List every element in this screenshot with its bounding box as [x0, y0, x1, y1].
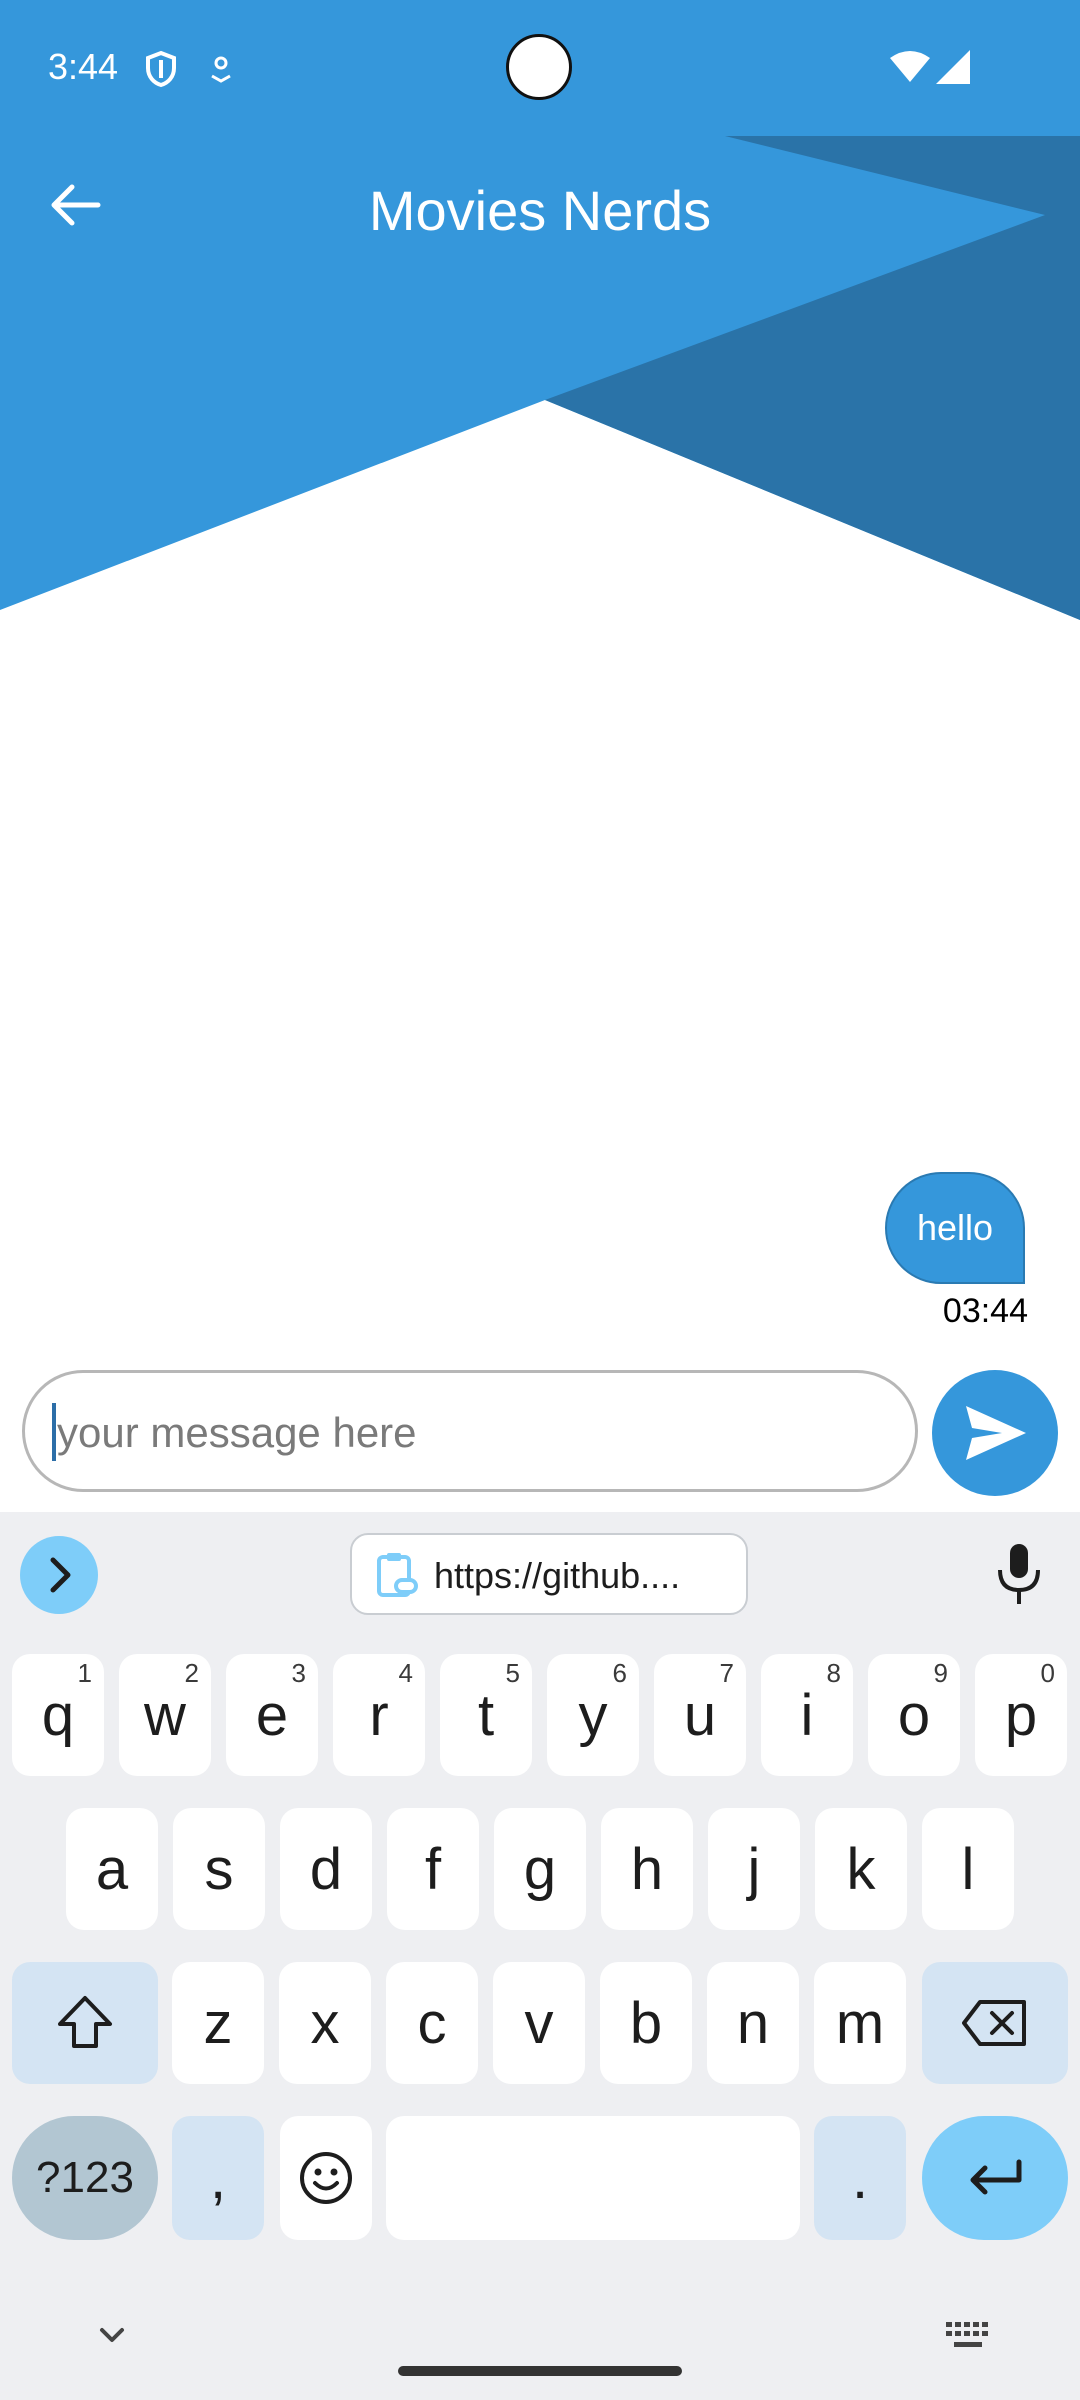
send-button[interactable]: [932, 1370, 1058, 1496]
key-u[interactable]: u7: [654, 1654, 746, 1776]
chevron-right-icon: [50, 1557, 71, 1593]
camera-cutout: [506, 34, 572, 100]
enter-key[interactable]: [922, 2116, 1068, 2240]
key-n[interactable]: n: [707, 1962, 799, 2084]
key-f[interactable]: f: [387, 1808, 479, 1930]
key-g[interactable]: g: [494, 1808, 586, 1930]
shift-key[interactable]: [12, 1962, 158, 2084]
soft-keyboard: [0, 1512, 1080, 2400]
key-q[interactable]: q1: [12, 1654, 104, 1776]
key-c[interactable]: c: [386, 1962, 478, 2084]
key-l[interactable]: l: [922, 1808, 1014, 1930]
message-composer[interactable]: [22, 1370, 918, 1492]
microphone-icon: [998, 1544, 1040, 1604]
voice-input-button[interactable]: [990, 1540, 1048, 1610]
emoji-key[interactable]: [280, 2116, 372, 2240]
backspace-key[interactable]: [922, 1962, 1068, 2084]
key-v[interactable]: v: [493, 1962, 585, 2084]
key-i[interactable]: i8: [761, 1654, 853, 1776]
shift-icon: [58, 1996, 112, 2048]
send-icon: [966, 1406, 1026, 1460]
message-bubble-outgoing[interactable]: hello: [885, 1172, 1025, 1284]
period-key[interactable]: .: [814, 2116, 906, 2240]
space-key[interactable]: [386, 2116, 800, 2240]
symbols-key[interactable]: ?123: [12, 2116, 158, 2240]
wifi-icon: [890, 51, 930, 82]
message-timestamp: 03:44: [942, 1292, 1028, 1330]
backspace-icon: [962, 2000, 1026, 2046]
key-j[interactable]: j: [708, 1808, 800, 1930]
key-h[interactable]: h: [601, 1808, 693, 1930]
status-time: 3:44: [48, 46, 119, 87]
clipboard-text: https://github....: [434, 1555, 681, 1596]
message-text: hello: [916, 1207, 994, 1248]
keyboard-expand-button[interactable]: [20, 1536, 98, 1614]
keyboard-icon[interactable]: [944, 2318, 992, 2354]
chevron-down-icon[interactable]: [88, 2318, 136, 2354]
text-caret: [52, 1403, 56, 1461]
key-z[interactable]: z: [172, 1962, 264, 2084]
key-k[interactable]: k: [815, 1808, 907, 1930]
message-input[interactable]: [55, 1393, 879, 1473]
clipboard-link-icon: [377, 1553, 418, 1597]
emoji-icon: [300, 2152, 352, 2204]
key-p[interactable]: p0: [975, 1654, 1067, 1776]
page-title: Movies Nerds: [368, 179, 712, 242]
comma-key[interactable]: ,: [172, 2116, 264, 2240]
key-y[interactable]: y6: [547, 1654, 639, 1776]
key-o[interactable]: o9: [868, 1654, 960, 1776]
location-icon: [211, 56, 231, 83]
key-x[interactable]: x: [279, 1962, 371, 2084]
key-b[interactable]: b: [600, 1962, 692, 2084]
key-s[interactable]: s: [173, 1808, 265, 1930]
key-d[interactable]: d: [280, 1808, 372, 1930]
key-e[interactable]: e3: [226, 1654, 318, 1776]
key-t[interactable]: t5: [440, 1654, 532, 1776]
key-w[interactable]: w2: [119, 1654, 211, 1776]
key-r[interactable]: r4: [333, 1654, 425, 1776]
signal-icon: [936, 50, 970, 84]
home-indicator[interactable]: [398, 2366, 682, 2376]
shield-icon: [146, 50, 176, 88]
enter-icon: [970, 2159, 1022, 2195]
key-a[interactable]: a: [66, 1808, 158, 1930]
key-m[interactable]: m: [814, 1962, 906, 2084]
